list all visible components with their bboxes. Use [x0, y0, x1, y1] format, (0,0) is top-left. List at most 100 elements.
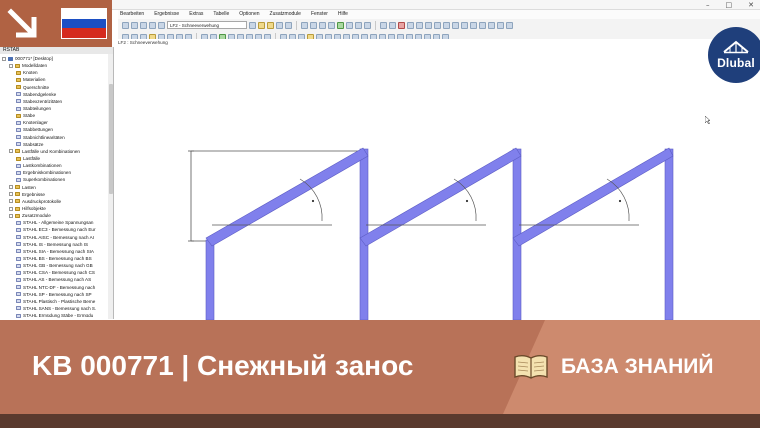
- column[interactable]: [205, 239, 215, 320]
- toolbar-button[interactable]: [258, 21, 265, 29]
- navigator-item[interactable]: Stabexzentrizitäten: [0, 98, 113, 105]
- menu-tools[interactable]: Extras: [189, 10, 203, 19]
- navigator-item[interactable]: Modelldaten: [0, 62, 113, 69]
- toolbar-button[interactable]: [407, 21, 414, 29]
- navigator-item[interactable]: Stäbe: [0, 112, 113, 119]
- navigator-item[interactable]: Lastkombinationen: [0, 162, 113, 169]
- navigator-item[interactable]: STAHL SANS - Bemessung nach S.: [0, 305, 113, 312]
- navigator-item[interactable]: Stabnichtlinearitäten: [0, 134, 113, 141]
- toolbar-button[interactable]: [267, 21, 274, 29]
- toolbar-button[interactable]: [389, 21, 396, 29]
- navigator-item[interactable]: Stabsätze: [0, 141, 113, 148]
- navigator-item[interactable]: Lastfälle: [0, 155, 113, 162]
- toolbar-button[interactable]: [380, 21, 387, 29]
- toolbar-button[interactable]: [479, 21, 486, 29]
- menu-table[interactable]: Tabelle: [213, 10, 229, 19]
- toolbar-button[interactable]: [355, 21, 362, 29]
- navigator-item[interactable]: Stabbettungen: [0, 126, 113, 133]
- navigator-item[interactable]: STAHL AS - Bemessung nach AS: [0, 276, 113, 283]
- toolbar-button[interactable]: [425, 21, 432, 29]
- navigator-item[interactable]: STAHL GB - Bemessung nach GB: [0, 262, 113, 269]
- expand-toggle-icon[interactable]: [9, 213, 13, 218]
- toolbar-button[interactable]: [398, 21, 405, 29]
- navigator-item[interactable]: STAHL NTC-DF - Bemessung nach: [0, 284, 113, 291]
- toolbar-button[interactable]: [452, 21, 459, 29]
- toolbar-button[interactable]: [249, 21, 256, 29]
- toolbar-button[interactable]: [310, 21, 317, 29]
- menu-addons[interactable]: Zusatzmodule: [270, 10, 301, 19]
- toolbar-button[interactable]: [497, 21, 504, 29]
- navigator-item[interactable]: STAHL SIA - Bemessung nach SIA: [0, 248, 113, 255]
- menu-help[interactable]: Hilfe: [338, 10, 348, 19]
- toolbar-button[interactable]: [470, 21, 477, 29]
- expand-toggle-icon[interactable]: [9, 185, 13, 190]
- column[interactable]: [664, 148, 674, 320]
- expand-toggle-icon[interactable]: [9, 63, 13, 68]
- minimize-button[interactable]: –: [706, 0, 710, 10]
- navigator-item[interactable]: STAHL AISC - Bemessung nach AI: [0, 234, 113, 241]
- navigator-item[interactable]: Materialien: [0, 76, 113, 83]
- navigator-item[interactable]: Stabendgelenke: [0, 91, 113, 98]
- toolbar-button[interactable]: [506, 21, 513, 29]
- toolbar-button[interactable]: [319, 21, 326, 29]
- navigator-item[interactable]: Lasten: [0, 184, 113, 191]
- navigator-item[interactable]: 000771* [Desktop]: [0, 55, 113, 62]
- navigator-item[interactable]: Knotenlager: [0, 119, 113, 126]
- navigator-item[interactable]: Lastfälle und Kombinationen: [0, 148, 113, 155]
- close-button[interactable]: ✕: [748, 0, 754, 10]
- toolbar-button[interactable]: [301, 21, 308, 29]
- navigator-item[interactable]: Querschnitte: [0, 84, 113, 91]
- expand-toggle-icon[interactable]: [9, 192, 13, 197]
- navigator-item[interactable]: Ausdruckprotokolle: [0, 198, 113, 205]
- navigator-scrollbar[interactable]: [108, 54, 113, 319]
- navigator-item[interactable]: STAHL Ermüdung Stäbe - Ermüdu: [0, 312, 113, 319]
- navigator-item[interactable]: STAHL Plastisch - Plastische Beme: [0, 298, 113, 305]
- navigator-item[interactable]: Stabteilungen: [0, 105, 113, 112]
- toolbar-button[interactable]: [434, 21, 441, 29]
- navigator-item[interactable]: Zusatzmodule: [0, 212, 113, 219]
- toolbar-button[interactable]: [131, 21, 138, 29]
- toolbar-button[interactable]: [346, 21, 353, 29]
- loadcase-select[interactable]: LF2 - Schneeverwehung: [167, 21, 247, 29]
- navigator-item[interactable]: Ergebnisse: [0, 191, 113, 198]
- toolbar-button[interactable]: [276, 21, 283, 29]
- toolbar-button[interactable]: [337, 21, 344, 29]
- expand-toggle-icon[interactable]: [9, 149, 13, 154]
- toolbar-button[interactable]: [416, 21, 423, 29]
- navigator-item[interactable]: STAHL SP - Bemessung nach SP: [0, 291, 113, 298]
- navigator-item[interactable]: STAHL - Allgemeine Spannungsan: [0, 219, 113, 226]
- menu-edit[interactable]: Bearbeiten: [120, 10, 144, 19]
- navigator-item[interactable]: Superkombinationen: [0, 176, 113, 183]
- navigator-item[interactable]: STAHL BS - Bemessung nach BS: [0, 255, 113, 262]
- dlubal-logo[interactable]: Dlubal: [708, 27, 760, 83]
- scrollbar-thumb[interactable]: [108, 84, 113, 194]
- navigator-item[interactable]: Ergebniskombinationen: [0, 169, 113, 176]
- menu-window[interactable]: Fenster: [311, 10, 328, 19]
- frame-model[interactable]: [116, 39, 760, 320]
- toolbar-button[interactable]: [285, 21, 292, 29]
- maximize-button[interactable]: □: [726, 0, 733, 10]
- menu-results[interactable]: Ergebnisse: [154, 10, 179, 19]
- menu-options[interactable]: Optionen: [239, 10, 259, 19]
- rafter[interactable]: [359, 147, 522, 247]
- rafter[interactable]: [205, 147, 369, 247]
- navigator-item[interactable]: Knoten: [0, 69, 113, 76]
- rafter[interactable]: [512, 147, 674, 247]
- expand-toggle-icon[interactable]: [9, 199, 13, 204]
- toolbar-button[interactable]: [488, 21, 495, 29]
- toolbar-button[interactable]: [328, 21, 335, 29]
- navigator-item[interactable]: STAHL EC3 - Bemessung nach Eur: [0, 226, 113, 233]
- toolbar-button[interactable]: [443, 21, 450, 29]
- work-area[interactable]: LF2 : Schneeverwehung: [116, 39, 760, 320]
- toolbar-button[interactable]: [364, 21, 371, 29]
- toolbar-button[interactable]: [149, 21, 156, 29]
- toolbar-button[interactable]: [461, 21, 468, 29]
- toolbar-button[interactable]: [158, 21, 165, 29]
- toolbar-button[interactable]: [122, 21, 129, 29]
- expand-toggle-icon[interactable]: [9, 206, 13, 211]
- navigator-item[interactable]: STAHL IS - Bemessung nach IS: [0, 241, 113, 248]
- toolbar-button[interactable]: [140, 21, 147, 29]
- navigator-item[interactable]: STAHL CSA - Bemessung nach CS: [0, 269, 113, 276]
- expand-toggle-icon[interactable]: [2, 56, 6, 61]
- navigator-item[interactable]: Hilfsobjekte: [0, 205, 113, 212]
